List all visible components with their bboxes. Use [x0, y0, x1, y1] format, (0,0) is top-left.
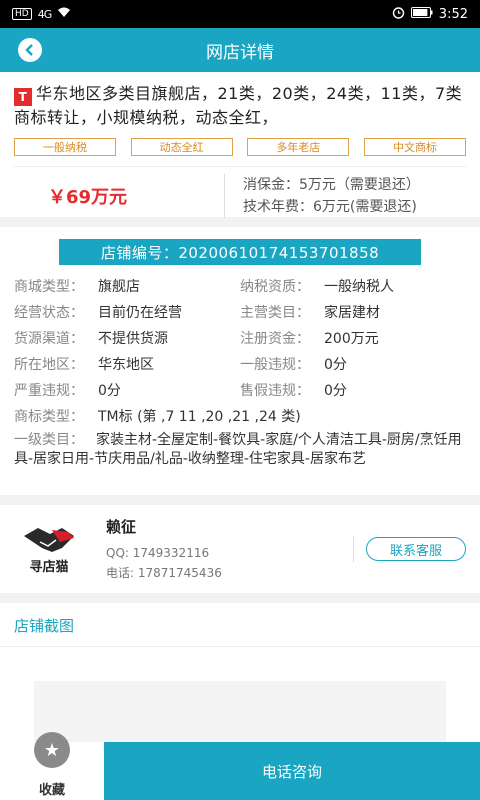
price: ￥69万元	[48, 186, 128, 208]
tmall-icon: T	[14, 88, 32, 106]
chevron-left-icon	[25, 44, 33, 56]
listing-title: 华东地区多类目旗舰店，21类，20类，24类，11类，7类商标转让，小规模纳税，…	[14, 84, 463, 127]
info-item: 主营类目： 家居建材	[240, 303, 466, 323]
tag: 一般纳税	[14, 138, 116, 156]
page-title: 网店详情	[206, 42, 274, 63]
trademark-row: 商标类型： TM标 (第 ,7 11 ,20 ,21 ,24 类)	[14, 409, 301, 425]
tech-fee: 技术年费：6万元(需要退还)	[243, 198, 417, 215]
alarm-icon	[392, 6, 405, 23]
store-number: 店铺编号：20200610174153701858	[59, 239, 421, 265]
star-icon: ★	[34, 732, 70, 768]
info-value: 0分	[324, 383, 347, 399]
info-value: 目前仍在经营	[98, 305, 182, 321]
tag: 中文商标	[363, 138, 466, 156]
status-bar: HD 4G 3:52	[0, 0, 480, 28]
info-item: 商城类型： 旗舰店	[14, 277, 240, 297]
info-item: 货源渠道： 不提供货源	[14, 329, 240, 349]
info-key: 纳税资质：	[240, 279, 310, 295]
info-item: 纳税资质： 一般纳税人	[240, 277, 466, 297]
listing-card: T 华东地区多类目旗舰店，21类，20类，24类，11类，7类商标转让，小规模纳税…	[0, 72, 480, 218]
info-key: 所在地区：	[14, 357, 84, 373]
screenshot-title: 店铺截图	[0, 603, 480, 647]
contact-service-button[interactable]: 联系客服	[366, 537, 466, 561]
price-row: ￥69万元 消保金：5万元（需要退还） 技术年费：6万元(需要退还)	[14, 166, 466, 224]
info-key: 一般违规：	[240, 357, 310, 373]
call-button[interactable]: 电话咨询	[104, 742, 480, 800]
tag-list: 一般纳税 动态全红 多年老店 中文商标	[14, 138, 466, 156]
info-key: 经营状态：	[14, 305, 84, 321]
info-value: 一般纳税人	[324, 279, 394, 295]
info-key: 严重违规：	[14, 383, 84, 399]
nav-bar: 网店详情	[0, 28, 480, 72]
info-key: 注册资金：	[240, 331, 310, 347]
info-value: 家居建材	[324, 305, 380, 321]
info-value: 不提供货源	[98, 331, 168, 347]
info-item: 严重违规： 0分	[14, 381, 240, 401]
info-key: 售假违规：	[240, 383, 310, 399]
contact-card: 寻店猫 赖征 QQ: 1749332116 电话: 17871745436 联系…	[0, 505, 480, 593]
info-key: 货源渠道：	[14, 331, 84, 347]
contact-phone: 电话: 17871745436	[106, 565, 222, 580]
info-value: 0分	[324, 357, 347, 373]
handshake-icon	[24, 527, 74, 552]
info-item: 经营状态： 目前仍在经营	[14, 303, 240, 323]
info-key: 主营类目：	[240, 305, 310, 321]
info-value: 200万元	[324, 331, 379, 347]
info-value: 旗舰店	[98, 279, 140, 295]
back-button[interactable]	[18, 38, 42, 62]
clock: 3:52	[438, 6, 468, 22]
info-item: 一般违规： 0分	[240, 355, 466, 375]
category-row: 一级类目： 家装主材-全屋定制-餐饮具-家庭/个人清洁工具-厨房/烹饪用具-居家日…	[14, 432, 462, 467]
battery-icon	[410, 6, 433, 22]
tag: 多年老店	[247, 138, 350, 156]
wifi-icon	[57, 6, 71, 22]
contact-name: 赖征	[106, 517, 137, 536]
info-key: 商城类型：	[14, 279, 84, 295]
trademark-value: TM标 (第 ,7 11 ,20 ,21 ,24 类)	[98, 409, 301, 425]
hd-icon: HD	[12, 8, 32, 20]
signal-icon: 4G	[37, 7, 52, 21]
bottom-bar: ★ 收藏 电话咨询	[0, 732, 480, 800]
store-info-card: 店铺编号：20200610174153701858 商城类型： 旗舰店 纳税资质： 一…	[0, 227, 480, 495]
info-item: 所在地区： 华东地区	[14, 355, 240, 375]
deposit-fee: 消保金：5万元（需要退还）	[243, 176, 420, 193]
info-grid: 商城类型： 旗舰店 纳税资质： 一般纳税人经营状态： 目前仍在经营 主营类目： 家居建材货源…	[14, 277, 466, 401]
store-logo: 寻店猫	[14, 514, 84, 584]
info-item: 售假违规： 0分	[240, 381, 466, 401]
tag: 动态全红	[130, 138, 233, 156]
info-value: 华东地区	[98, 357, 154, 373]
favorite-button[interactable]: ★ 收藏	[0, 732, 104, 800]
info-value: 0分	[98, 383, 121, 399]
contact-qq: QQ: 1749332116	[106, 545, 210, 560]
info-item: 注册资金： 200万元	[240, 329, 466, 349]
